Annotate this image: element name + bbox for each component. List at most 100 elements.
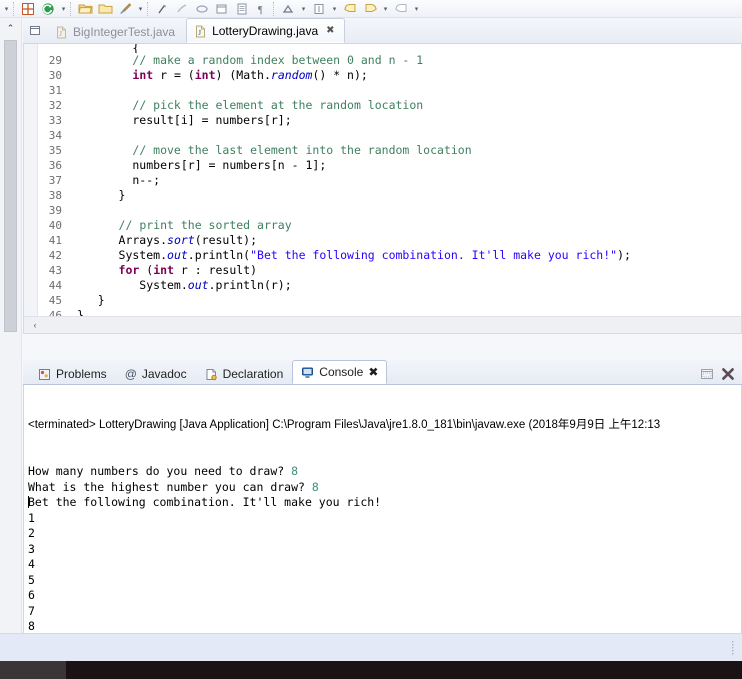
problems-icon [38, 366, 51, 380]
code-line-text: // pick the element at the random locati… [71, 98, 741, 113]
tab-declaration[interactable]: Declaration [196, 362, 293, 384]
scroll-up-arrow-icon[interactable]: ⌃ [0, 18, 22, 38]
code-line-text: { [77, 44, 140, 53]
code-line-text: // print the sorted array [71, 218, 741, 233]
outline-icon[interactable] [233, 1, 251, 17]
code-line[interactable]: 39 [39, 203, 741, 218]
coverage-dropdown-arrow-icon[interactable]: ▾ [299, 1, 308, 17]
code-line-text: Arrays.sort(result); [71, 233, 741, 248]
code-token: .println( [187, 248, 251, 262]
skip-breakpoints-icon[interactable] [173, 1, 191, 17]
code-line[interactable]: 33 result[i] = numbers[r]; [39, 113, 741, 128]
workbench-vertical-scrollbar[interactable]: ⌃ ⌄ [0, 18, 22, 661]
scrollbar-thumb[interactable] [4, 40, 17, 332]
forward-icon[interactable] [361, 1, 379, 17]
code-lines-container[interactable]: { 29 // make a random index between 0 an… [39, 44, 741, 333]
code-line[interactable]: 30 int r = (int) (Math.random() * n); [39, 68, 741, 83]
code-token: sort [167, 233, 195, 247]
code-line[interactable]: 42 System.out.println("Bet the following… [39, 248, 741, 263]
forward-dropdown-arrow-icon[interactable]: ▾ [381, 1, 390, 17]
external-tools-icon[interactable] [153, 1, 171, 17]
code-token: (result); [194, 233, 258, 247]
previous-edit-icon[interactable] [392, 1, 410, 17]
save-icon[interactable] [39, 1, 57, 17]
declaration-icon [205, 366, 218, 380]
code-line[interactable]: 37 n--; [39, 173, 741, 188]
open-folder-icon[interactable] [76, 1, 94, 17]
javadoc-at-icon: @ [124, 366, 137, 381]
code-line[interactable]: 43 for (int r : result) [39, 263, 741, 278]
svg-text:¶: ¶ [258, 5, 263, 16]
editor-marker-ruler[interactable] [24, 44, 38, 333]
code-line-text: n--; [71, 173, 741, 188]
editor-horizontal-scrollbar[interactable]: ‹ [24, 316, 741, 333]
tab-label: Javadoc [141, 366, 187, 381]
code-token: System. [77, 248, 168, 262]
resize-grip-icon[interactable] [730, 640, 736, 656]
previous-edit-dropdown-icon[interactable]: ▾ [412, 1, 421, 17]
code-line[interactable]: 40 // print the sorted array [39, 218, 741, 233]
new-window-icon[interactable] [213, 1, 231, 17]
code-token: .println(r); [208, 278, 292, 292]
open-folder-2-icon[interactable] [96, 1, 114, 17]
next-annotation-icon[interactable] [310, 1, 328, 17]
code-line[interactable]: 38 } [39, 188, 741, 203]
code-line-partial: { [39, 44, 741, 53]
console-prompt: What is the highest number you can draw? [28, 479, 312, 494]
pilcrow-icon[interactable]: ¶ [253, 1, 271, 17]
console-text[interactable]: <terminated> LotteryDrawing [Java Applic… [24, 385, 741, 660]
code-token: Arrays. [77, 233, 168, 247]
next-annotation-dropdown-icon[interactable]: ▾ [330, 1, 339, 17]
toolbar-separator [13, 1, 17, 16]
code-line[interactable]: 44 System.out.println(r); [39, 278, 741, 293]
code-line[interactable]: 31 [39, 83, 741, 98]
restore-view-icon[interactable] [23, 17, 47, 43]
close-view-icon[interactable] [721, 366, 735, 381]
console-part: Problems @ Javadoc Declaration Console ✖… [23, 360, 742, 661]
editor-tab-biginteger[interactable]: J BigIntegerTest.java [47, 20, 185, 43]
console-user-input: 8 [311, 479, 319, 494]
search-dropdown-arrow-icon[interactable]: ▾ [136, 1, 145, 17]
code-line-text: numbers[r] = numbers[n - 1]; [71, 158, 741, 173]
code-line-text: } [71, 188, 741, 203]
console-output-area[interactable]: <terminated> LotteryDrawing [Java Applic… [23, 385, 742, 661]
code-token: int [194, 68, 216, 82]
tab-javadoc[interactable]: @ Javadoc [116, 362, 196, 384]
toolbar-separator [70, 1, 74, 16]
new-wizard-icon[interactable] [19, 1, 37, 17]
code-line[interactable]: 32 // pick the element at the random loc… [39, 98, 741, 113]
scroll-left-arrow-icon[interactable]: ‹ [24, 320, 46, 330]
search-broom-icon[interactable] [116, 1, 134, 17]
line-number: 33 [48, 114, 62, 127]
console-result-number: 3 [28, 541, 35, 556]
code-line[interactable]: 34 [39, 128, 741, 143]
debug-dropdown-arrow-icon[interactable]: ▾ [2, 1, 11, 17]
editor-tab-lotterydrawing[interactable]: J LotteryDrawing.java ✖ [186, 18, 345, 43]
link-icon[interactable] [193, 1, 211, 17]
console-result-text: Bet the following combination. It'll mak… [28, 495, 382, 509]
tab-problems[interactable]: Problems [29, 362, 116, 384]
code-line[interactable]: 35 // move the last element into the ran… [39, 143, 741, 158]
code-line[interactable]: 36 numbers[r] = numbers[n - 1]; [39, 158, 741, 173]
coverage-icon[interactable] [279, 1, 297, 17]
toolbar-separator [147, 1, 151, 16]
run-dropdown-arrow-icon[interactable]: ▾ [59, 1, 68, 17]
console-result-number: 7 [28, 603, 35, 618]
back-icon[interactable] [341, 1, 359, 17]
tab-console[interactable]: Console ✖ [292, 360, 388, 384]
code-token: int [153, 263, 174, 277]
code-token: out [187, 278, 209, 292]
close-icon[interactable]: ✖ [326, 25, 334, 36]
code-editor[interactable]: { 29 // make a random index between 0 an… [23, 44, 742, 334]
line-number: 41 [48, 234, 62, 247]
close-icon[interactable]: ✖ [368, 365, 378, 379]
console-result-number: 5 [28, 572, 35, 587]
code-line[interactable]: 41 Arrays.sort(result); [39, 233, 741, 248]
minimize-icon[interactable] [700, 367, 714, 381]
taskbar-start-segment[interactable] [0, 661, 66, 679]
code-line[interactable]: 45 } [39, 293, 741, 308]
code-line[interactable]: 29 // make a random index between 0 and … [39, 53, 741, 68]
console-tab-bar: Problems @ Javadoc Declaration Console ✖ [23, 360, 742, 385]
